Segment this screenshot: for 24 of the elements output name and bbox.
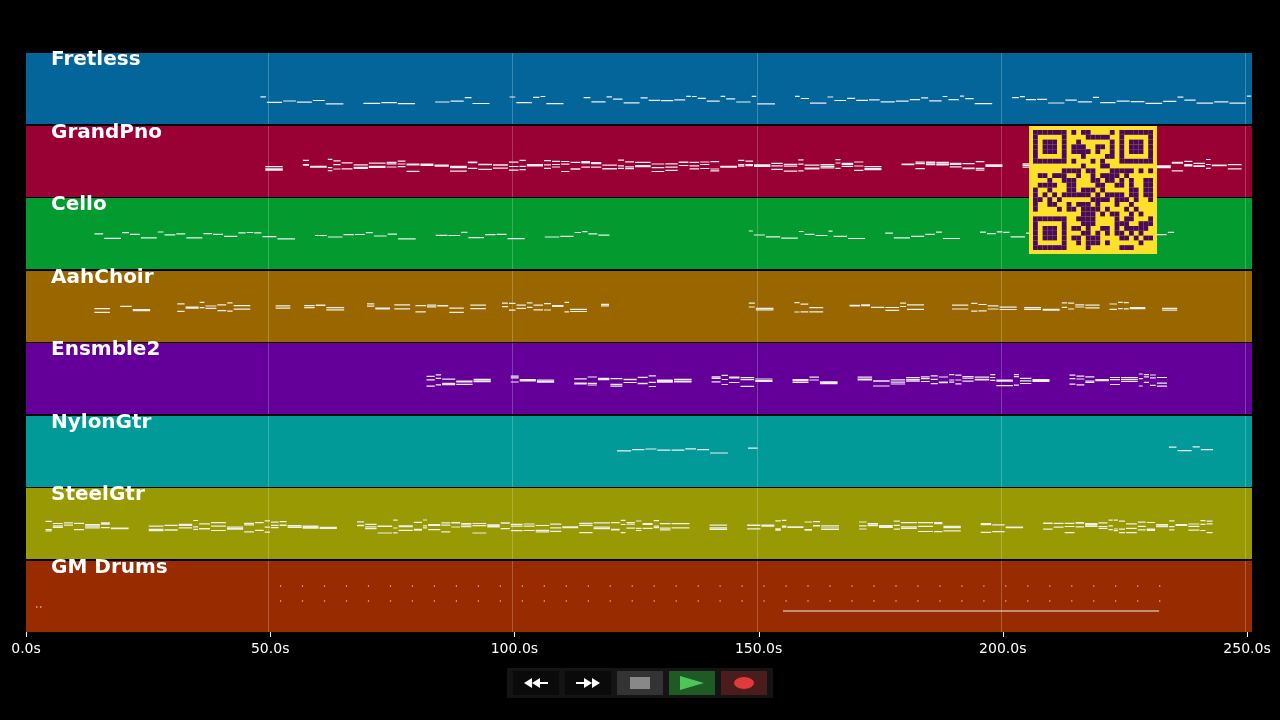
time-axis-label: 0.0s xyxy=(11,639,41,656)
track-name: Fretless xyxy=(51,46,141,70)
play-icon xyxy=(680,675,704,690)
rewind-button[interactable] xyxy=(513,670,559,695)
play-button[interactable] xyxy=(669,670,715,695)
track-name: NylonGtr xyxy=(51,408,152,433)
time-axis-label: 150.0s xyxy=(734,639,783,656)
track-name: GrandPno xyxy=(51,118,162,143)
track-name: SteelGtr xyxy=(51,481,145,505)
rewind-icon xyxy=(524,676,548,689)
time-axis-label: 50.0s xyxy=(250,639,290,656)
fast-forward-button[interactable] xyxy=(565,670,611,695)
record-button[interactable] xyxy=(721,670,767,695)
fast-forward-icon xyxy=(576,676,600,689)
stop-button[interactable] xyxy=(617,670,663,695)
time-axis-label: 250.0s xyxy=(1223,639,1271,656)
track-name: Cello xyxy=(51,191,107,215)
track-name: AahChoir xyxy=(51,263,154,288)
record-icon xyxy=(734,676,754,689)
stop-icon xyxy=(630,676,650,689)
track-name: GM Drums xyxy=(51,553,168,578)
time-axis-label: 200.0s xyxy=(979,639,1027,656)
time-axis-label: 100.0s xyxy=(490,639,539,656)
track-name: Ensmble2 xyxy=(51,336,161,360)
